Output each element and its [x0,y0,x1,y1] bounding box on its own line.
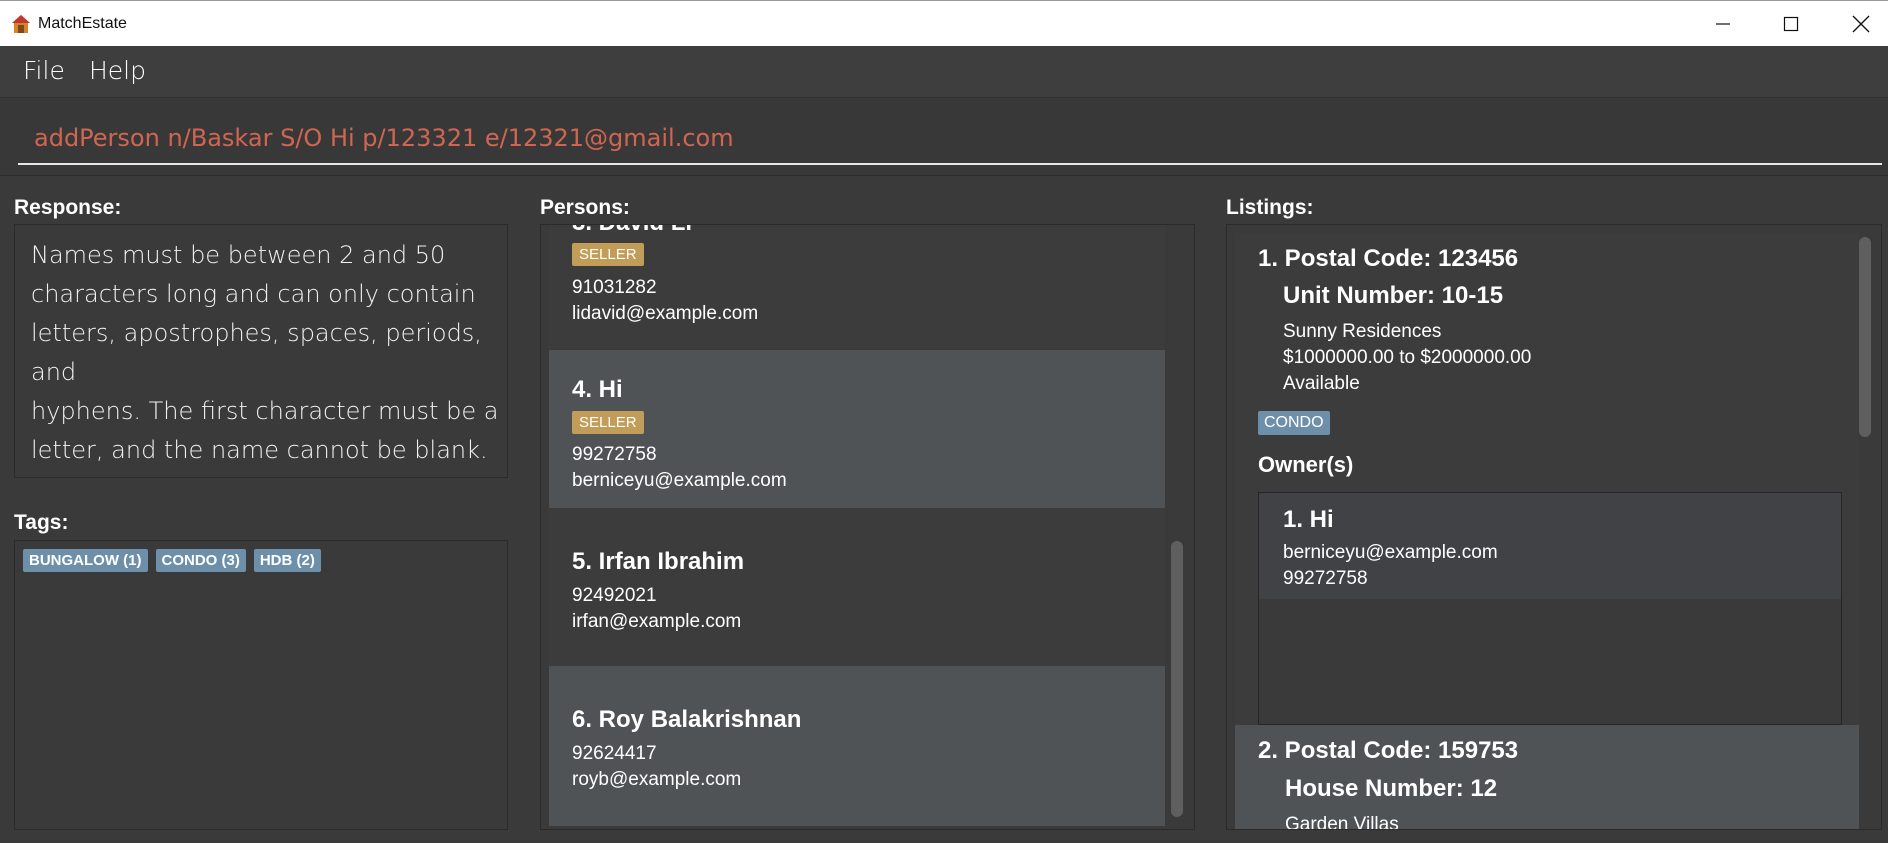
title-bar: MatchEstate [0,0,1888,46]
tag-chip: HDB (2) [253,549,321,572]
listing-card[interactable]: 1. Postal Code: 123456 Unit Number: 10-1… [1235,233,1859,725]
response-line: hyphens. The first character must be a [31,397,499,425]
menu-help[interactable]: Help [89,56,146,85]
listing-name: Sunny Residences [1283,321,1442,342]
command-area [0,99,1888,176]
person-name: 5. Irfan Ibrahim [572,548,745,575]
close-icon [1852,15,1870,33]
menu-bar: File Help [0,46,1888,98]
command-input[interactable] [18,113,1882,165]
listing-status: Available [1283,373,1360,394]
minimize-button[interactable] [1688,1,1758,47]
listing-price: $1000000.00 to $2000000.00 [1283,347,1532,368]
listing-house-number: House Number: 12 [1285,775,1498,802]
person-email: lidavid@example.com [572,303,759,324]
person-phone: 92492021 [572,585,657,606]
tags-box: BUNGALOW (1) CONDO (3) HDB (2) [14,540,508,830]
listings-scrollbar[interactable] [1859,237,1871,437]
person-email: irfan@example.com [572,611,742,632]
seller-badge: SELLER [572,243,644,266]
response-line: letter, and the name cannot be blank. [31,436,488,464]
listing-name: Garden Villas [1285,814,1399,830]
owner-card[interactable]: 1. Hi berniceyu@example.com 99272758 [1259,493,1841,599]
seller-badge: SELLER [572,411,644,434]
owner-email: berniceyu@example.com [1283,542,1498,563]
person-name: 3. David Li [572,225,692,237]
response-line: letters, apostrophes, spaces, periods, a… [31,319,482,386]
owner-name: 1. Hi [1283,506,1334,533]
person-name: 4. Hi [572,376,623,403]
response-label: Response: [14,196,122,219]
window-title: MatchEstate [38,15,127,32]
owners-list[interactable]: 1. Hi berniceyu@example.com 99272758 [1258,492,1842,725]
persons-label: Persons: [540,196,630,219]
tag-chip: CONDO (3) [155,549,246,572]
person-phone: 99272758 [572,444,657,465]
persons-list[interactable]: 3. David Li SELLER 91031282 lidavid@exam… [540,224,1195,830]
listings-list[interactable]: 1. Postal Code: 123456 Unit Number: 10-1… [1226,224,1882,830]
person-name: 6. Roy Balakrishnan [572,706,802,733]
tag-chip: BUNGALOW (1) [23,549,148,572]
person-phone: 91031282 [572,277,657,298]
persons-scrollbar[interactable] [1171,541,1183,817]
response-text: Names must be between 2 and 50 character… [31,236,511,470]
person-phone: 92624417 [572,743,657,764]
person-email: royb@example.com [572,769,742,790]
person-email: berniceyu@example.com [572,470,787,491]
person-card[interactable]: 4. Hi SELLER 99272758 berniceyu@example.… [549,350,1165,508]
menu-file[interactable]: File [23,56,65,85]
listing-postal-code: 1. Postal Code: 123456 [1258,245,1519,272]
close-button[interactable] [1826,1,1888,47]
house-app-icon [12,15,30,33]
listings-label: Listings: [1226,196,1314,219]
listing-card[interactable]: 2. Postal Code: 159753 House Number: 12 … [1235,725,1859,830]
person-card[interactable]: 6. Roy Balakrishnan 92624417 royb@exampl… [549,666,1165,826]
maximize-button[interactable] [1756,1,1826,47]
listing-tag-chip: CONDO [1258,411,1330,435]
maximize-icon [1783,16,1799,32]
owner-phone: 99272758 [1283,568,1368,589]
listing-postal-code: 2. Postal Code: 159753 [1258,737,1519,764]
response-line: characters long and can only contain [31,280,476,308]
tag-list: BUNGALOW (1) CONDO (3) HDB (2) [23,549,329,572]
person-card[interactable]: 5. Irfan Ibrahim 92492021 irfan@example.… [549,508,1165,666]
response-line: Names must be between 2 and 50 [31,241,446,269]
person-card[interactable]: 3. David Li SELLER 91031282 lidavid@exam… [549,225,1165,349]
minimize-icon [1716,23,1730,25]
owners-label: Owner(s) [1258,452,1354,477]
listing-unit-number: Unit Number: 10-15 [1283,282,1504,309]
tags-label: Tags: [14,511,69,534]
